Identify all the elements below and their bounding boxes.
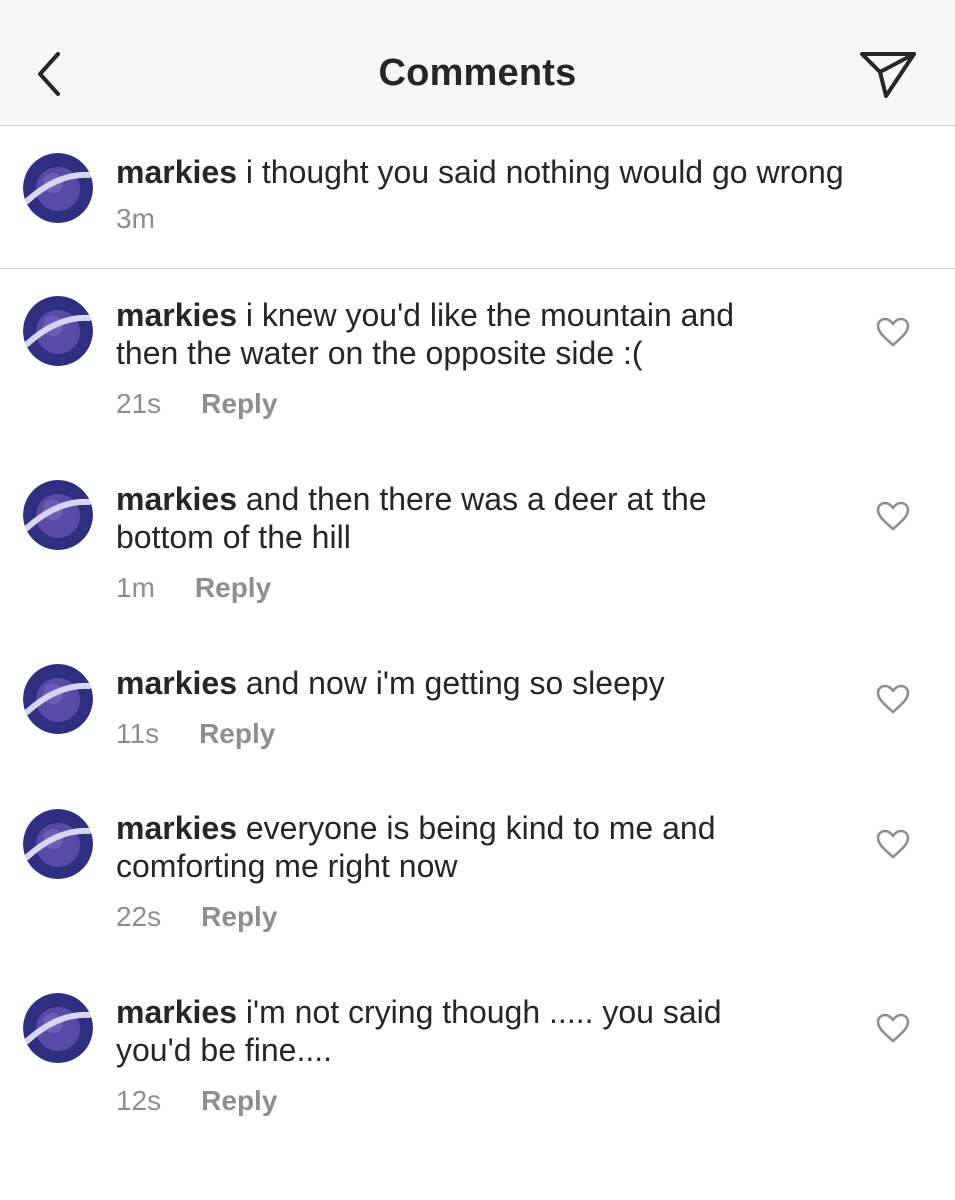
comment-text: markies and now i'm getting so sleepy (116, 664, 856, 702)
avatar[interactable] (23, 153, 93, 223)
like-button[interactable] (876, 317, 910, 347)
like-button[interactable] (876, 501, 910, 531)
header-bar: Comments (0, 0, 955, 126)
timestamp: 3m (116, 203, 155, 234)
avatar[interactable] (23, 480, 93, 550)
reply-button[interactable]: Reply (201, 901, 277, 932)
timestamp: 1m (116, 572, 155, 603)
comment-meta: 12s Reply (116, 1085, 277, 1117)
comment-body: and now i'm getting so sleepy (245, 665, 665, 701)
username[interactable]: markies (116, 810, 237, 846)
username[interactable]: markies (116, 154, 237, 190)
heart-icon (876, 1013, 910, 1043)
comments-screen: Comments markies i thought you said noth… (0, 0, 955, 1200)
timestamp: 11s (116, 718, 160, 749)
username[interactable]: markies (116, 297, 237, 333)
divider (0, 268, 955, 269)
avatar[interactable] (23, 664, 93, 734)
heart-icon (876, 501, 910, 531)
timestamp: 22s (116, 901, 162, 932)
heart-icon (876, 317, 910, 347)
paper-plane-icon (860, 52, 916, 98)
comment-body: i thought you said nothing would go wron… (245, 154, 844, 190)
username[interactable]: markies (116, 665, 237, 701)
comment-text: markies i knew you'd like the mountain a… (116, 296, 796, 372)
comment-text: markies everyone is being kind to me and… (116, 809, 776, 885)
reply-button[interactable]: Reply (195, 572, 271, 603)
share-button[interactable] (856, 46, 920, 102)
avatar[interactable] (23, 993, 93, 1063)
username[interactable]: markies (116, 994, 237, 1030)
comment-meta: 21s Reply (116, 388, 277, 420)
like-button[interactable] (876, 684, 910, 714)
comment-meta: 22s Reply (116, 901, 277, 933)
page-title: Comments (378, 52, 577, 94)
heart-icon (876, 684, 910, 714)
comment-text: markies i thought you said nothing would… (116, 153, 856, 191)
avatar[interactable] (23, 809, 93, 879)
like-button[interactable] (876, 829, 910, 859)
comment-meta: 11s Reply (116, 718, 275, 750)
reply-button[interactable]: Reply (201, 1085, 277, 1116)
reply-button[interactable]: Reply (201, 388, 277, 419)
comment-meta: 3m (116, 203, 195, 235)
like-button[interactable] (876, 1013, 910, 1043)
timestamp: 21s (116, 388, 162, 419)
avatar[interactable] (23, 296, 93, 366)
timestamp: 12s (116, 1085, 162, 1116)
comment-meta: 1m Reply (116, 572, 271, 604)
comment-text: markies i'm not crying though ..... you … (116, 993, 796, 1069)
caption: markies i thought you said nothing would… (0, 125, 955, 268)
username[interactable]: markies (116, 481, 237, 517)
heart-icon (876, 829, 910, 859)
comment-text: markies and then there was a deer at the… (116, 480, 776, 556)
reply-button[interactable]: Reply (199, 718, 275, 749)
